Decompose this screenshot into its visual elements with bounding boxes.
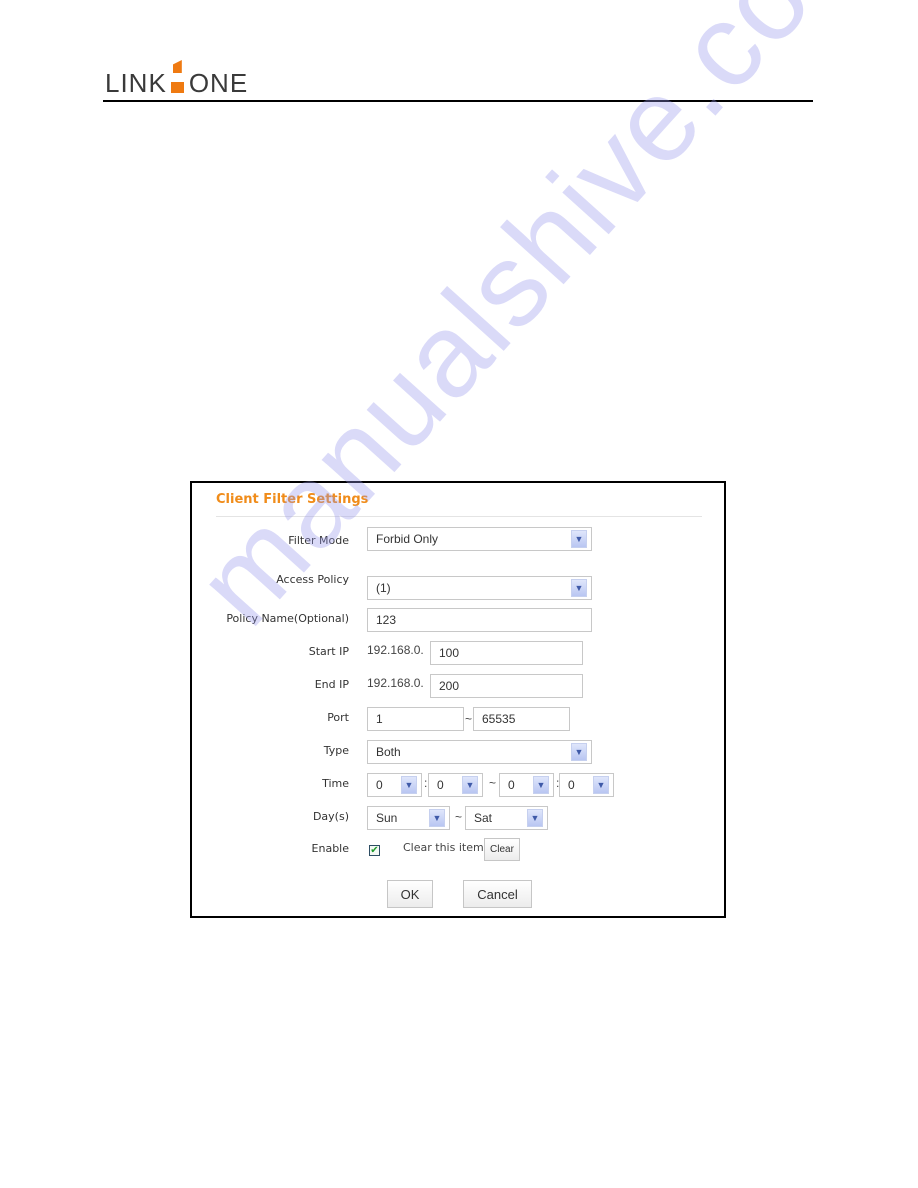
- brand-logo: LINK ONE: [105, 60, 248, 96]
- port-to-input[interactable]: 65535: [473, 707, 570, 731]
- end-hour-select[interactable]: 0 ▼: [499, 773, 554, 797]
- day-to-value: Sat: [474, 811, 493, 825]
- end-minute-value: 0: [568, 778, 575, 792]
- chevron-down-icon: ▼: [533, 776, 549, 794]
- client-filter-settings-panel: Client Filter Settings Filter Mode Forbi…: [190, 481, 726, 918]
- filter-mode-label: Filter Mode: [288, 534, 349, 547]
- day-to-select[interactable]: Sat ▼: [465, 806, 548, 830]
- type-label: Type: [323, 744, 349, 757]
- filter-mode-select[interactable]: Forbid Only ▼: [367, 527, 592, 551]
- end-ip-label: End IP: [314, 678, 349, 691]
- day-from-select[interactable]: Sun ▼: [367, 806, 450, 830]
- cancel-button[interactable]: Cancel: [463, 880, 532, 908]
- time-label: Time: [322, 777, 349, 790]
- start-ip-prefix: 192.168.0.: [367, 643, 424, 657]
- port-from-input[interactable]: 1: [367, 707, 464, 731]
- access-policy-value: (1): [376, 581, 391, 595]
- time-colon: :: [424, 776, 428, 790]
- days-label: Day(s): [312, 810, 349, 823]
- type-value: Both: [376, 745, 401, 759]
- chevron-down-icon: ▼: [593, 776, 609, 794]
- header-divider: [103, 100, 813, 102]
- start-ip-label: Start IP: [308, 645, 349, 658]
- start-ip-input[interactable]: 100: [430, 641, 583, 665]
- logo-text-right: ONE: [188, 68, 249, 98]
- end-minute-select[interactable]: 0 ▼: [559, 773, 614, 797]
- filter-mode-value: Forbid Only: [376, 532, 439, 546]
- start-hour-value: 0: [376, 778, 383, 792]
- panel-title: Client Filter Settings: [216, 492, 369, 507]
- clear-button[interactable]: Clear: [484, 838, 520, 861]
- chevron-down-icon: ▼: [571, 743, 587, 761]
- port-separator: ~: [465, 712, 473, 726]
- port-label: Port: [327, 711, 349, 724]
- day-from-value: Sun: [376, 811, 398, 825]
- chevron-down-icon: ▼: [401, 776, 417, 794]
- start-minute-select[interactable]: 0 ▼: [428, 773, 483, 797]
- chevron-down-icon: ▼: [462, 776, 478, 794]
- logo-text-left: LINK: [105, 68, 167, 98]
- end-ip-input[interactable]: 200: [430, 674, 583, 698]
- chevron-down-icon: ▼: [527, 809, 543, 827]
- enable-label: Enable: [311, 842, 349, 855]
- start-hour-select[interactable]: 0 ▼: [367, 773, 422, 797]
- days-separator: ~: [455, 810, 463, 824]
- type-select[interactable]: Both ▼: [367, 740, 592, 764]
- chevron-down-icon: ▼: [429, 809, 445, 827]
- chevron-down-icon: ▼: [571, 530, 587, 548]
- time-separator: ~: [489, 776, 497, 790]
- ok-button[interactable]: OK: [387, 880, 433, 908]
- end-ip-prefix: 192.168.0.: [367, 676, 424, 690]
- start-minute-value: 0: [437, 778, 444, 792]
- enable-checkbox[interactable]: ✔: [369, 845, 380, 856]
- title-divider: [216, 516, 702, 517]
- chevron-down-icon: ▼: [571, 579, 587, 597]
- access-policy-select[interactable]: (1) ▼: [367, 576, 592, 600]
- policy-name-label: Policy Name(Optional): [226, 612, 349, 625]
- logo-one-mark-icon: [168, 60, 188, 96]
- policy-name-input[interactable]: 123: [367, 608, 592, 632]
- access-policy-label: Access Policy: [276, 573, 349, 586]
- clear-item-label: Clear this item:: [403, 841, 488, 854]
- end-hour-value: 0: [508, 778, 515, 792]
